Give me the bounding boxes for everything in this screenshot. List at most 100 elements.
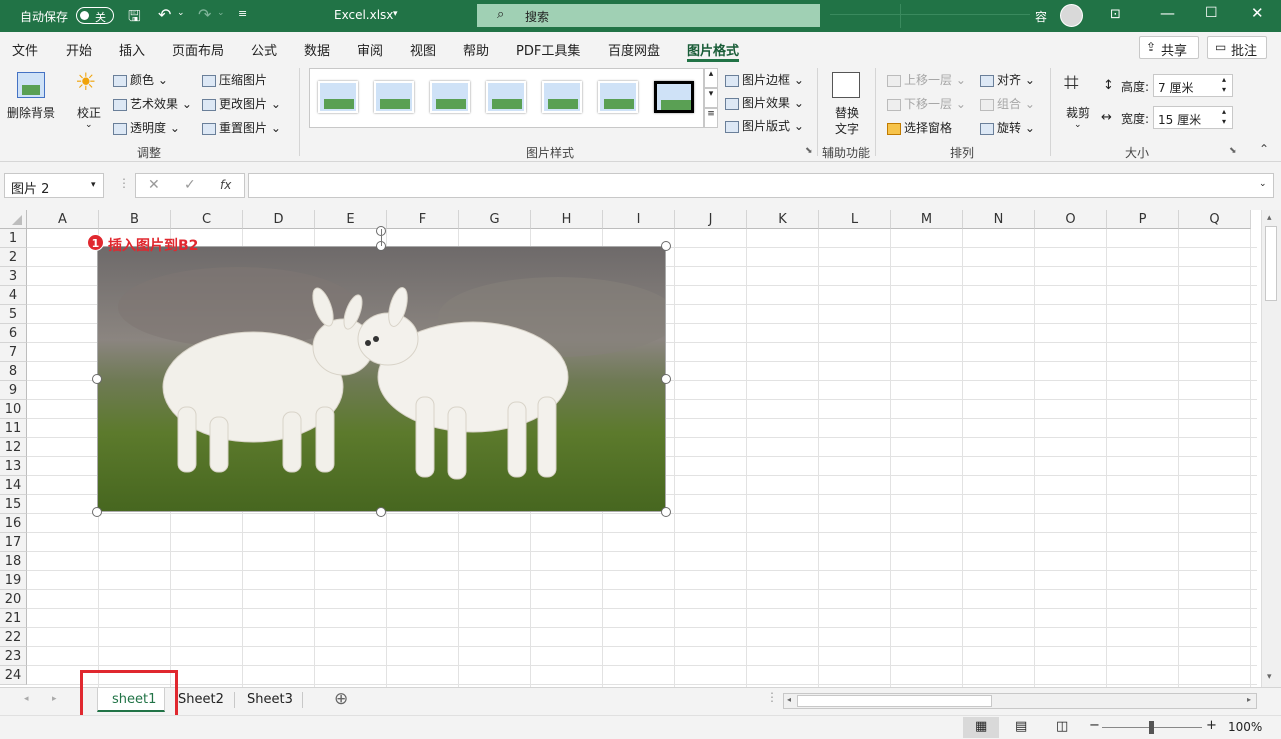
zoom-out-icon[interactable]: − — [1089, 718, 1100, 733]
row-header[interactable]: 20 — [0, 590, 27, 609]
spin-down-icon[interactable]: ▾ — [1222, 117, 1226, 126]
splitter-icon[interactable]: ⋮ — [118, 176, 130, 190]
formula-input[interactable]: ⌄ — [248, 173, 1274, 198]
change-picture-button[interactable]: 更改图片 ⌄ — [202, 95, 281, 112]
avatar[interactable] — [1060, 4, 1083, 27]
row-header[interactable]: 13 — [0, 457, 27, 476]
rotate-button[interactable]: 旋转 ⌄ — [980, 119, 1035, 136]
picture-style-thumbnail[interactable] — [598, 81, 638, 113]
gallery-more-button[interactable]: ≡ — [704, 108, 718, 128]
zoom-in-icon[interactable]: + — [1206, 718, 1217, 733]
zoom-slider-thumb[interactable] — [1149, 721, 1154, 734]
ribbon-display-icon[interactable]: ⊡ — [1110, 7, 1121, 22]
vertical-scrollbar[interactable]: ▴ ▾ — [1261, 210, 1281, 687]
row-header[interactable]: 6 — [0, 324, 27, 343]
resize-handle[interactable] — [92, 374, 102, 384]
tab-help[interactable]: 帮助 — [463, 40, 489, 59]
height-input[interactable]: 7 厘米 ▴ ▾ — [1153, 74, 1233, 97]
column-header[interactable]: H — [531, 210, 603, 229]
scroll-right-icon[interactable]: ▸ — [1247, 695, 1251, 704]
normal-view-button[interactable]: ▦ — [963, 717, 999, 738]
width-input[interactable]: 15 厘米 ▴ ▾ — [1153, 106, 1233, 129]
save-icon[interactable]: 🖫 — [128, 6, 141, 31]
picture-effects-button[interactable]: 图片效果 ⌄ — [725, 94, 804, 111]
column-header[interactable]: K — [747, 210, 819, 229]
color-button[interactable]: 颜色 ⌄ — [113, 71, 168, 88]
column-header[interactable]: O — [1035, 210, 1107, 229]
customize-toolbar-icon[interactable]: ≡ — [238, 7, 247, 20]
row-header[interactable]: 1 — [0, 229, 27, 248]
resize-handle[interactable] — [376, 507, 386, 517]
tab-baidu-netdisk[interactable]: 百度网盘 — [608, 40, 660, 59]
column-header[interactable]: I — [603, 210, 675, 229]
picture-style-thumbnail[interactable] — [430, 81, 470, 113]
row-header[interactable]: 7 — [0, 343, 27, 362]
compress-pictures-button[interactable]: 压缩图片 — [202, 71, 267, 88]
sheet-tab-sheet3[interactable]: Sheet3 — [247, 692, 293, 707]
spin-up-icon[interactable]: ▴ — [1222, 75, 1226, 84]
tab-file[interactable]: 文件 — [12, 40, 38, 59]
spin-up-icon[interactable]: ▴ — [1222, 107, 1226, 116]
reset-picture-button[interactable]: 重置图片 ⌄ — [202, 119, 281, 136]
picture-style-thumbnail[interactable] — [654, 81, 694, 113]
align-button[interactable]: 对齐 ⌄ — [980, 71, 1035, 88]
row-header[interactable]: 21 — [0, 609, 27, 628]
selection-pane-button[interactable]: 选择窗格 — [887, 119, 952, 136]
picture-layout-button[interactable]: 图片版式 ⌄ — [725, 117, 804, 134]
row-header[interactable]: 12 — [0, 438, 27, 457]
file-name-chevron-icon[interactable]: ▾ — [393, 9, 398, 19]
select-all-button[interactable] — [0, 210, 27, 229]
expand-formula-icon[interactable]: ⌄ — [1259, 179, 1267, 189]
alt-text-button[interactable]: 替换 文字 — [828, 68, 866, 138]
dialog-launcher-icon[interactable]: ⬊ — [805, 146, 813, 156]
resize-handle[interactable] — [661, 374, 671, 384]
page-break-view-icon[interactable]: ◫ — [1056, 719, 1068, 734]
column-header[interactable]: Q — [1179, 210, 1251, 229]
share-button[interactable]: ⇪ 共享 — [1139, 36, 1199, 59]
column-header[interactable]: M — [891, 210, 963, 229]
picture-style-thumbnail[interactable] — [318, 81, 358, 113]
tab-review[interactable]: 审阅 — [357, 40, 383, 59]
column-header[interactable]: N — [963, 210, 1035, 229]
next-sheet-icon[interactable]: ▸ — [52, 694, 57, 704]
column-header[interactable]: C — [171, 210, 243, 229]
zoom-level[interactable]: 100% — [1228, 720, 1262, 734]
column-header[interactable]: F — [387, 210, 459, 229]
spin-down-icon[interactable]: ▾ — [1222, 85, 1226, 94]
row-header[interactable]: 9 — [0, 381, 27, 400]
sheet-tab-sheet2[interactable]: Sheet2 — [178, 692, 224, 707]
collapse-ribbon-icon[interactable]: ⌃ — [1259, 142, 1269, 156]
scroll-up-icon[interactable]: ▴ — [1267, 213, 1272, 223]
name-box[interactable]: 图片 2 ▾ — [4, 173, 104, 198]
row-header[interactable]: 11 — [0, 419, 27, 438]
file-name[interactable]: Excel.xlsx — [334, 8, 393, 22]
column-header[interactable]: E — [315, 210, 387, 229]
row-header[interactable]: 17 — [0, 533, 27, 552]
horizontal-scrollbar[interactable]: ◂ ▸ — [783, 693, 1257, 709]
tab-formulas[interactable]: 公式 — [251, 40, 277, 59]
maximize-icon[interactable]: ☐ — [1205, 5, 1218, 21]
row-header[interactable]: 23 — [0, 647, 27, 666]
picture-style-thumbnail[interactable] — [542, 81, 582, 113]
column-header[interactable]: A — [27, 210, 99, 229]
artistic-effects-button[interactable]: 艺术效果 ⌄ — [113, 95, 192, 112]
row-header[interactable]: 10 — [0, 400, 27, 419]
row-header[interactable]: 5 — [0, 305, 27, 324]
row-header[interactable]: 14 — [0, 476, 27, 495]
vertical-scroll-thumb[interactable] — [1265, 226, 1277, 301]
inserted-picture[interactable] — [97, 246, 666, 512]
row-header[interactable]: 18 — [0, 552, 27, 571]
column-header[interactable]: B — [99, 210, 171, 229]
tab-data[interactable]: 数据 — [304, 40, 330, 59]
row-header[interactable]: 3 — [0, 267, 27, 286]
tab-insert[interactable]: 插入 — [119, 40, 145, 59]
minimize-icon[interactable]: — — [1160, 4, 1175, 22]
page-layout-view-icon[interactable]: ▤ — [1015, 719, 1027, 734]
scroll-down-icon[interactable]: ▾ — [1267, 672, 1272, 682]
column-header[interactable]: P — [1107, 210, 1179, 229]
undo-icon[interactable]: ↶ — [158, 5, 171, 24]
row-header[interactable]: 22 — [0, 628, 27, 647]
resize-handle[interactable] — [661, 241, 671, 251]
crop-button[interactable]: ⌗ 裁剪 ⌄ — [1060, 68, 1096, 138]
dialog-launcher-icon[interactable]: ⬊ — [1229, 146, 1237, 156]
